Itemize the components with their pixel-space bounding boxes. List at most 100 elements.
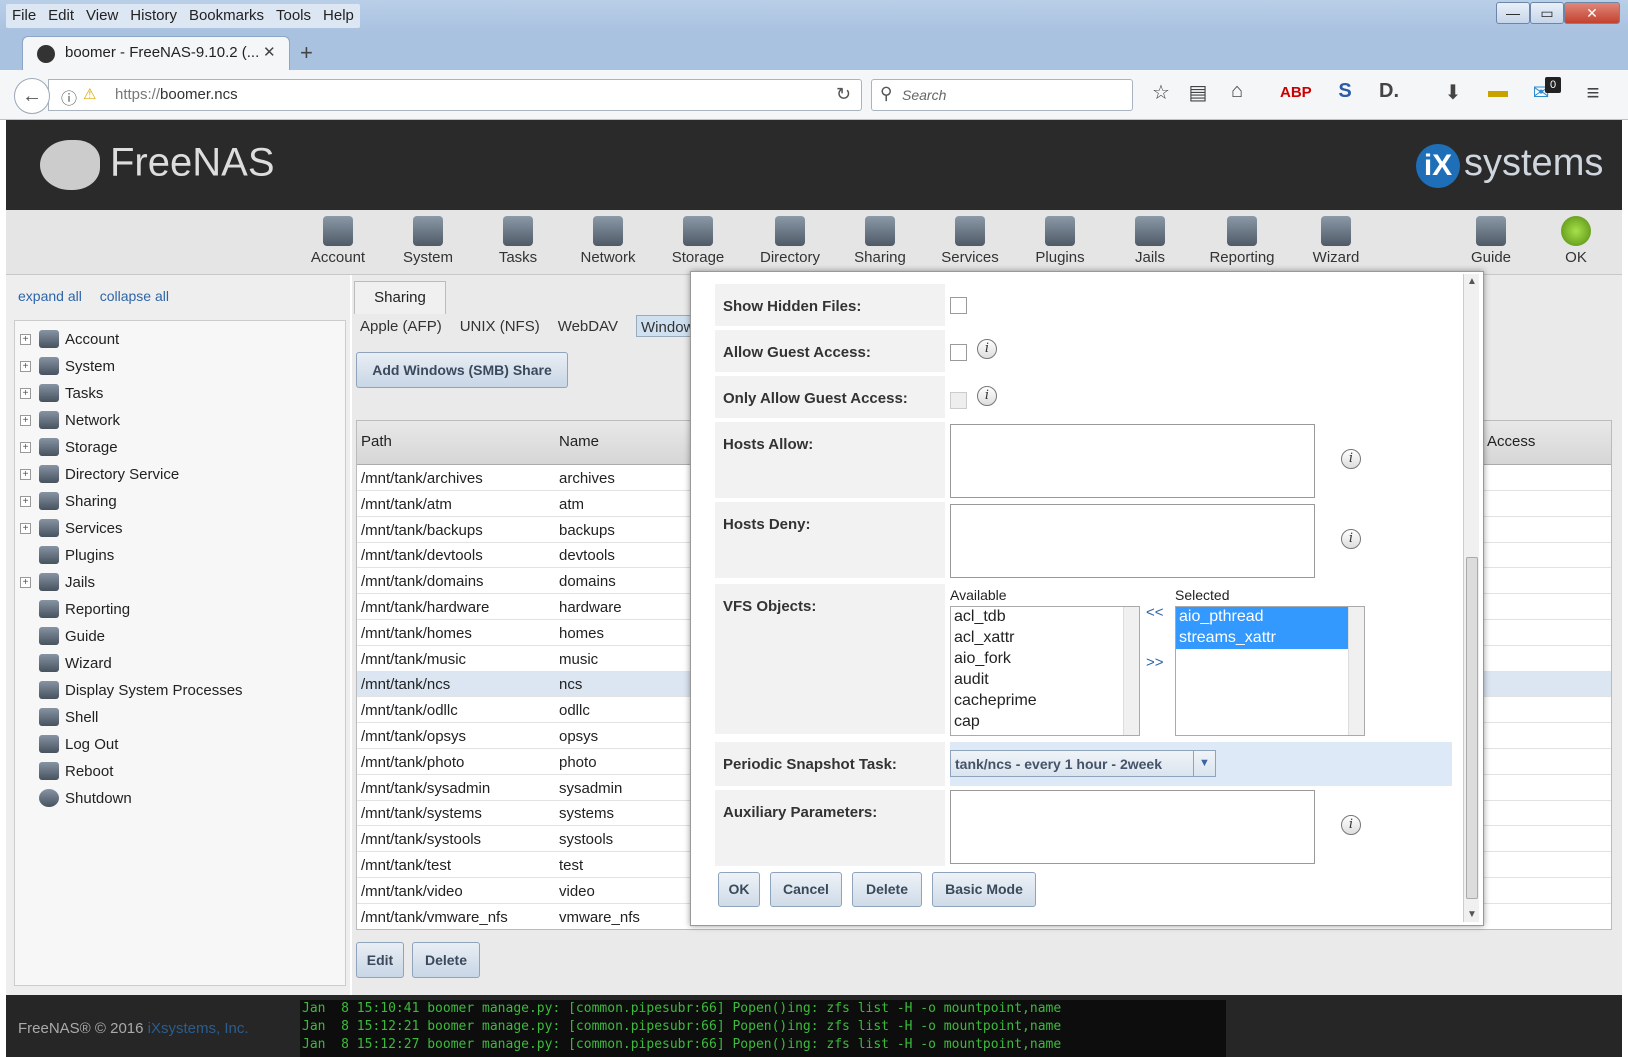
subtab-afp[interactable]: Apple (AFP) xyxy=(360,318,442,337)
only-allow-guest-access-checkbox[interactable] xyxy=(950,392,967,409)
nav-guide[interactable]: Guide xyxy=(1451,216,1531,266)
nav-account[interactable]: Account xyxy=(298,216,378,266)
tree-item-plugins[interactable]: Plugins xyxy=(15,542,114,568)
url-bar[interactable]: ⓘ ⚠ https://boomer.ncs ↻ xyxy=(48,79,862,111)
maximize-button[interactable]: ▭ xyxy=(1530,2,1564,24)
nav-network[interactable]: Network xyxy=(568,216,648,266)
tree-item-log-out[interactable]: Log Out xyxy=(15,731,118,757)
download-icon[interactable]: ⬇ xyxy=(1438,80,1468,105)
list-item[interactable]: acl_tdb xyxy=(951,607,1139,628)
tree-item-display-system-processes[interactable]: Display System Processes xyxy=(15,677,243,703)
list-item[interactable]: acl_xattr xyxy=(951,628,1139,649)
delete-button[interactable]: Delete xyxy=(412,942,480,978)
dialog-scrollbar[interactable]: ▲ ▼ xyxy=(1463,274,1479,922)
close-tab-icon[interactable]: ✕ xyxy=(263,43,276,61)
menu-file[interactable]: File xyxy=(6,4,42,28)
periodic-snapshot-select[interactable]: tank/ncs - every 1 hour - 2week ▼ xyxy=(950,750,1216,777)
basic-mode-button[interactable]: Basic Mode xyxy=(932,872,1036,907)
tree-item-sharing[interactable]: + Sharing xyxy=(15,488,117,514)
info-icon[interactable]: ⓘ xyxy=(61,85,77,109)
nav-directory[interactable]: Directory xyxy=(750,216,830,266)
tree-item-wizard[interactable]: Wizard xyxy=(15,650,112,676)
nav-reporting[interactable]: Reporting xyxy=(1202,216,1282,266)
edit-button[interactable]: Edit xyxy=(356,942,404,978)
menu-bookmarks[interactable]: Bookmarks xyxy=(183,4,270,28)
nav-system[interactable]: System xyxy=(388,216,468,266)
cancel-button[interactable]: Cancel xyxy=(770,872,842,907)
nav-wizard[interactable]: Wizard xyxy=(1296,216,1376,266)
nav-sharing[interactable]: Sharing xyxy=(840,216,920,266)
list-item[interactable]: streams_xattr xyxy=(1176,628,1348,649)
tree-item-shutdown[interactable]: Shutdown xyxy=(15,785,132,811)
tree-item-tasks[interactable]: + Tasks xyxy=(15,380,103,406)
tree-item-shell[interactable]: Shell xyxy=(15,704,98,730)
list-scrollbar[interactable] xyxy=(1123,607,1139,735)
s-extension-icon[interactable]: S xyxy=(1330,80,1360,103)
info-icon[interactable]: i xyxy=(1341,529,1361,549)
nav-services[interactable]: Services xyxy=(930,216,1010,266)
menu-view[interactable]: View xyxy=(80,4,124,28)
info-icon[interactable]: i xyxy=(1341,815,1361,835)
delete-share-button[interactable]: Delete xyxy=(852,872,922,907)
warning-lock-icon[interactable]: ⚠ xyxy=(83,85,96,103)
company-link[interactable]: iXsystems, Inc. xyxy=(148,1020,249,1037)
info-icon[interactable]: i xyxy=(977,386,997,406)
tree-item-reporting[interactable]: Reporting xyxy=(15,596,130,622)
hosts-allow-textarea[interactable] xyxy=(950,424,1315,498)
reading-list-icon[interactable]: ▤ xyxy=(1183,80,1213,105)
list-item[interactable]: audit xyxy=(951,670,1139,691)
expand-all-link[interactable]: expand all xyxy=(18,288,82,304)
nav-jails[interactable]: Jails xyxy=(1110,216,1190,266)
move-right-button[interactable]: >> xyxy=(1146,654,1164,671)
auxiliary-parameters-textarea[interactable] xyxy=(950,790,1315,864)
add-smb-share-button[interactable]: Add Windows (SMB) Share xyxy=(356,352,568,388)
col-access[interactable]: Access xyxy=(1487,433,1535,450)
nav-tasks[interactable]: Tasks xyxy=(478,216,558,266)
ok-button[interactable]: OK xyxy=(718,872,760,907)
menu-history[interactable]: History xyxy=(124,4,183,28)
allow-guest-access-checkbox[interactable] xyxy=(950,344,967,361)
reload-icon[interactable]: ↻ xyxy=(836,84,851,105)
available-vfs-list[interactable]: acl_tdb acl_xattr aio_fork audit cachepr… xyxy=(950,606,1140,736)
tree-item-network[interactable]: + Network xyxy=(15,407,120,433)
menu-edit[interactable]: Edit xyxy=(42,4,80,28)
collapse-all-link[interactable]: collapse all xyxy=(100,288,169,304)
search-input[interactable]: ⚲ Search xyxy=(871,79,1133,111)
tree-item-account[interactable]: + Account xyxy=(15,326,119,352)
list-item[interactable]: aio_pthread xyxy=(1176,607,1348,628)
adblock-icon[interactable]: ABP xyxy=(1280,84,1312,101)
back-button[interactable]: ← xyxy=(14,78,50,114)
bookmark-star-icon[interactable]: ☆ xyxy=(1146,80,1176,105)
info-icon[interactable]: i xyxy=(1341,449,1361,469)
show-hidden-files-checkbox[interactable] xyxy=(950,297,967,314)
tree-item-storage[interactable]: + Storage xyxy=(15,434,118,460)
list-item[interactable]: aio_fork xyxy=(951,649,1139,670)
tree-item-directory-service[interactable]: + Directory Service xyxy=(15,461,179,487)
menu-tools[interactable]: Tools xyxy=(270,4,317,28)
tree-item-guide[interactable]: Guide xyxy=(15,623,105,649)
subtab-webdav[interactable]: WebDAV xyxy=(558,318,618,337)
menu-help[interactable]: Help xyxy=(317,4,360,28)
tree-item-jails[interactable]: + Jails xyxy=(15,569,95,595)
tree-item-services[interactable]: + Services xyxy=(15,515,123,541)
browser-tab[interactable]: boomer - FreeNAS-9.10.2 (... ✕ xyxy=(22,36,290,70)
tree-item-system[interactable]: + System xyxy=(15,353,115,379)
nav-plugins[interactable]: Plugins xyxy=(1020,216,1100,266)
home-icon[interactable]: ⌂ xyxy=(1222,80,1252,103)
list-item[interactable]: cap xyxy=(951,712,1139,733)
list-item[interactable]: cacheprime xyxy=(951,691,1139,712)
col-path[interactable]: Path xyxy=(361,433,392,450)
d-extension-icon[interactable]: D. xyxy=(1374,80,1404,103)
wallet-icon[interactable]: ▬ xyxy=(1483,80,1513,103)
info-icon[interactable]: i xyxy=(977,339,997,359)
chevron-down-icon[interactable]: ▼ xyxy=(1193,751,1215,776)
tab-sharing[interactable]: Sharing xyxy=(354,281,446,314)
hosts-deny-textarea[interactable] xyxy=(950,504,1315,578)
list-scrollbar[interactable] xyxy=(1348,607,1364,735)
hamburger-menu-icon[interactable]: ≡ xyxy=(1578,80,1608,106)
selected-vfs-list[interactable]: aio_pthread streams_xattr xyxy=(1175,606,1365,736)
minimize-button[interactable]: — xyxy=(1496,2,1530,24)
subtab-nfs[interactable]: UNIX (NFS) xyxy=(460,318,540,337)
new-tab-button[interactable]: + xyxy=(300,40,313,66)
nav-storage[interactable]: Storage xyxy=(658,216,738,266)
